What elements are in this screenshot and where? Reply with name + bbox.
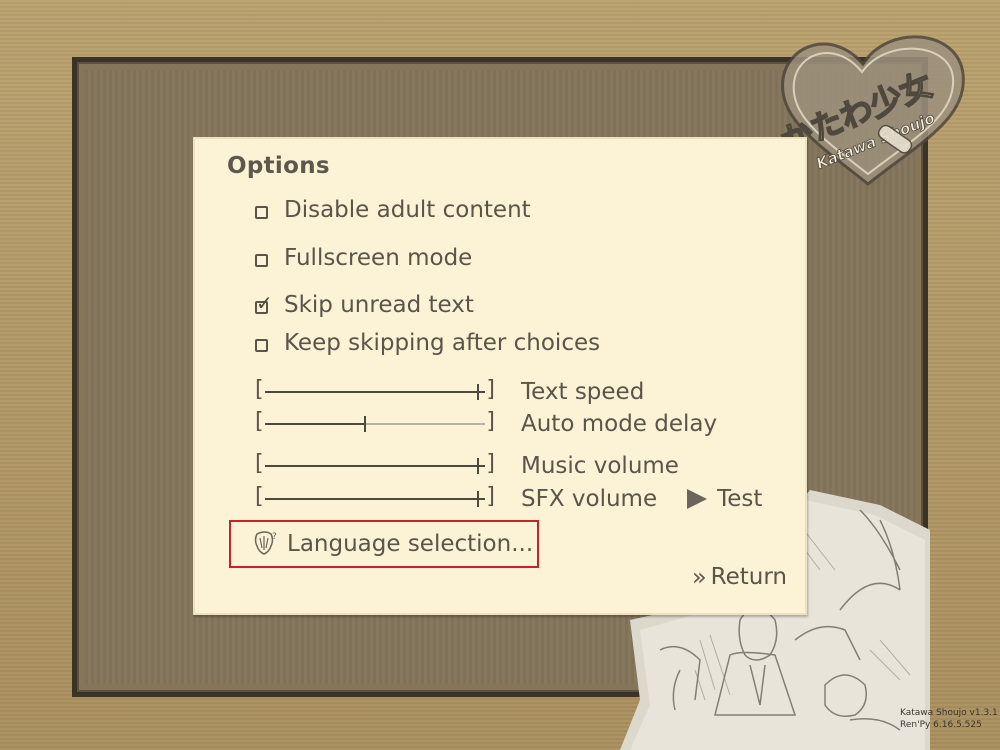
- music-volume-row: [ ] Music volume: [255, 451, 679, 480]
- checkbox[interactable]: [255, 253, 268, 267]
- slider-thumb[interactable]: [477, 458, 479, 474]
- check-mark-icon: ✓: [256, 290, 273, 315]
- text-speed-label: Text speed: [521, 379, 645, 405]
- sfx-test-button[interactable]: Test: [687, 486, 762, 512]
- bracket-right: ]: [486, 377, 495, 402]
- disable-adult-content-option[interactable]: Disable adult content: [255, 197, 531, 223]
- sfx-volume-row: [ ] SFX volume Test: [255, 484, 762, 513]
- music-volume-label: Music volume: [521, 453, 679, 479]
- option-label: Fullscreen mode: [284, 245, 473, 271]
- music-volume-slider[interactable]: [ ]: [255, 451, 495, 478]
- bracket-right: ]: [486, 409, 495, 434]
- text-speed-row: [ ] Text speed: [255, 377, 645, 406]
- text-speed-slider[interactable]: [ ]: [255, 377, 495, 404]
- language-selection-button[interactable]: ? Language selection...: [229, 520, 539, 568]
- slider-thumb[interactable]: [364, 416, 366, 432]
- version-line-2: Ren'Py 6.16.5.525: [900, 720, 982, 730]
- sfx-volume-label: SFX volume: [521, 486, 658, 512]
- options-title: Options: [227, 153, 330, 179]
- checkbox[interactable]: [255, 205, 268, 219]
- option-label: Keep skipping after choices: [284, 330, 601, 356]
- bracket-left: [: [255, 377, 264, 402]
- option-label: Skip unread text: [284, 292, 474, 318]
- version-info: Katawa Shoujo v1.3.1 Ren'Py 6.16.5.525: [900, 707, 998, 731]
- fullscreen-mode-option[interactable]: Fullscreen mode: [255, 245, 472, 271]
- skip-unread-text-option[interactable]: ✓ Skip unread text: [255, 292, 474, 318]
- test-label: Test: [717, 486, 763, 512]
- option-label: Disable adult content: [284, 197, 531, 223]
- svg-text:?: ?: [272, 532, 277, 542]
- slider-thumb[interactable]: [477, 384, 479, 400]
- bracket-left: [: [255, 484, 264, 509]
- options-panel: Options Disable adult content Fullscreen…: [193, 137, 807, 615]
- auto-mode-delay-slider[interactable]: [ ]: [255, 409, 495, 436]
- return-label: Return: [710, 564, 787, 590]
- auto-mode-delay-label: Auto mode delay: [521, 411, 718, 437]
- language-selection-label: Language selection...: [287, 531, 534, 557]
- bracket-right: ]: [486, 451, 495, 476]
- play-icon: [687, 489, 708, 509]
- double-chevron-right-icon: »: [691, 563, 706, 591]
- checkbox-checked[interactable]: ✓: [255, 293, 273, 314]
- bracket-left: [: [255, 451, 264, 476]
- language-icon: ?: [254, 531, 277, 555]
- auto-mode-delay-row: [ ] Auto mode delay: [255, 409, 718, 438]
- bracket-left: [: [255, 409, 264, 434]
- keep-skipping-option[interactable]: Keep skipping after choices: [255, 330, 600, 356]
- checkbox[interactable]: [255, 338, 268, 352]
- bracket-right: ]: [486, 484, 495, 509]
- sfx-volume-slider[interactable]: [ ]: [255, 484, 495, 511]
- slider-thumb[interactable]: [477, 491, 479, 507]
- return-button[interactable]: » Return: [692, 563, 787, 591]
- version-line-1: Katawa Shoujo v1.3.1: [900, 708, 998, 718]
